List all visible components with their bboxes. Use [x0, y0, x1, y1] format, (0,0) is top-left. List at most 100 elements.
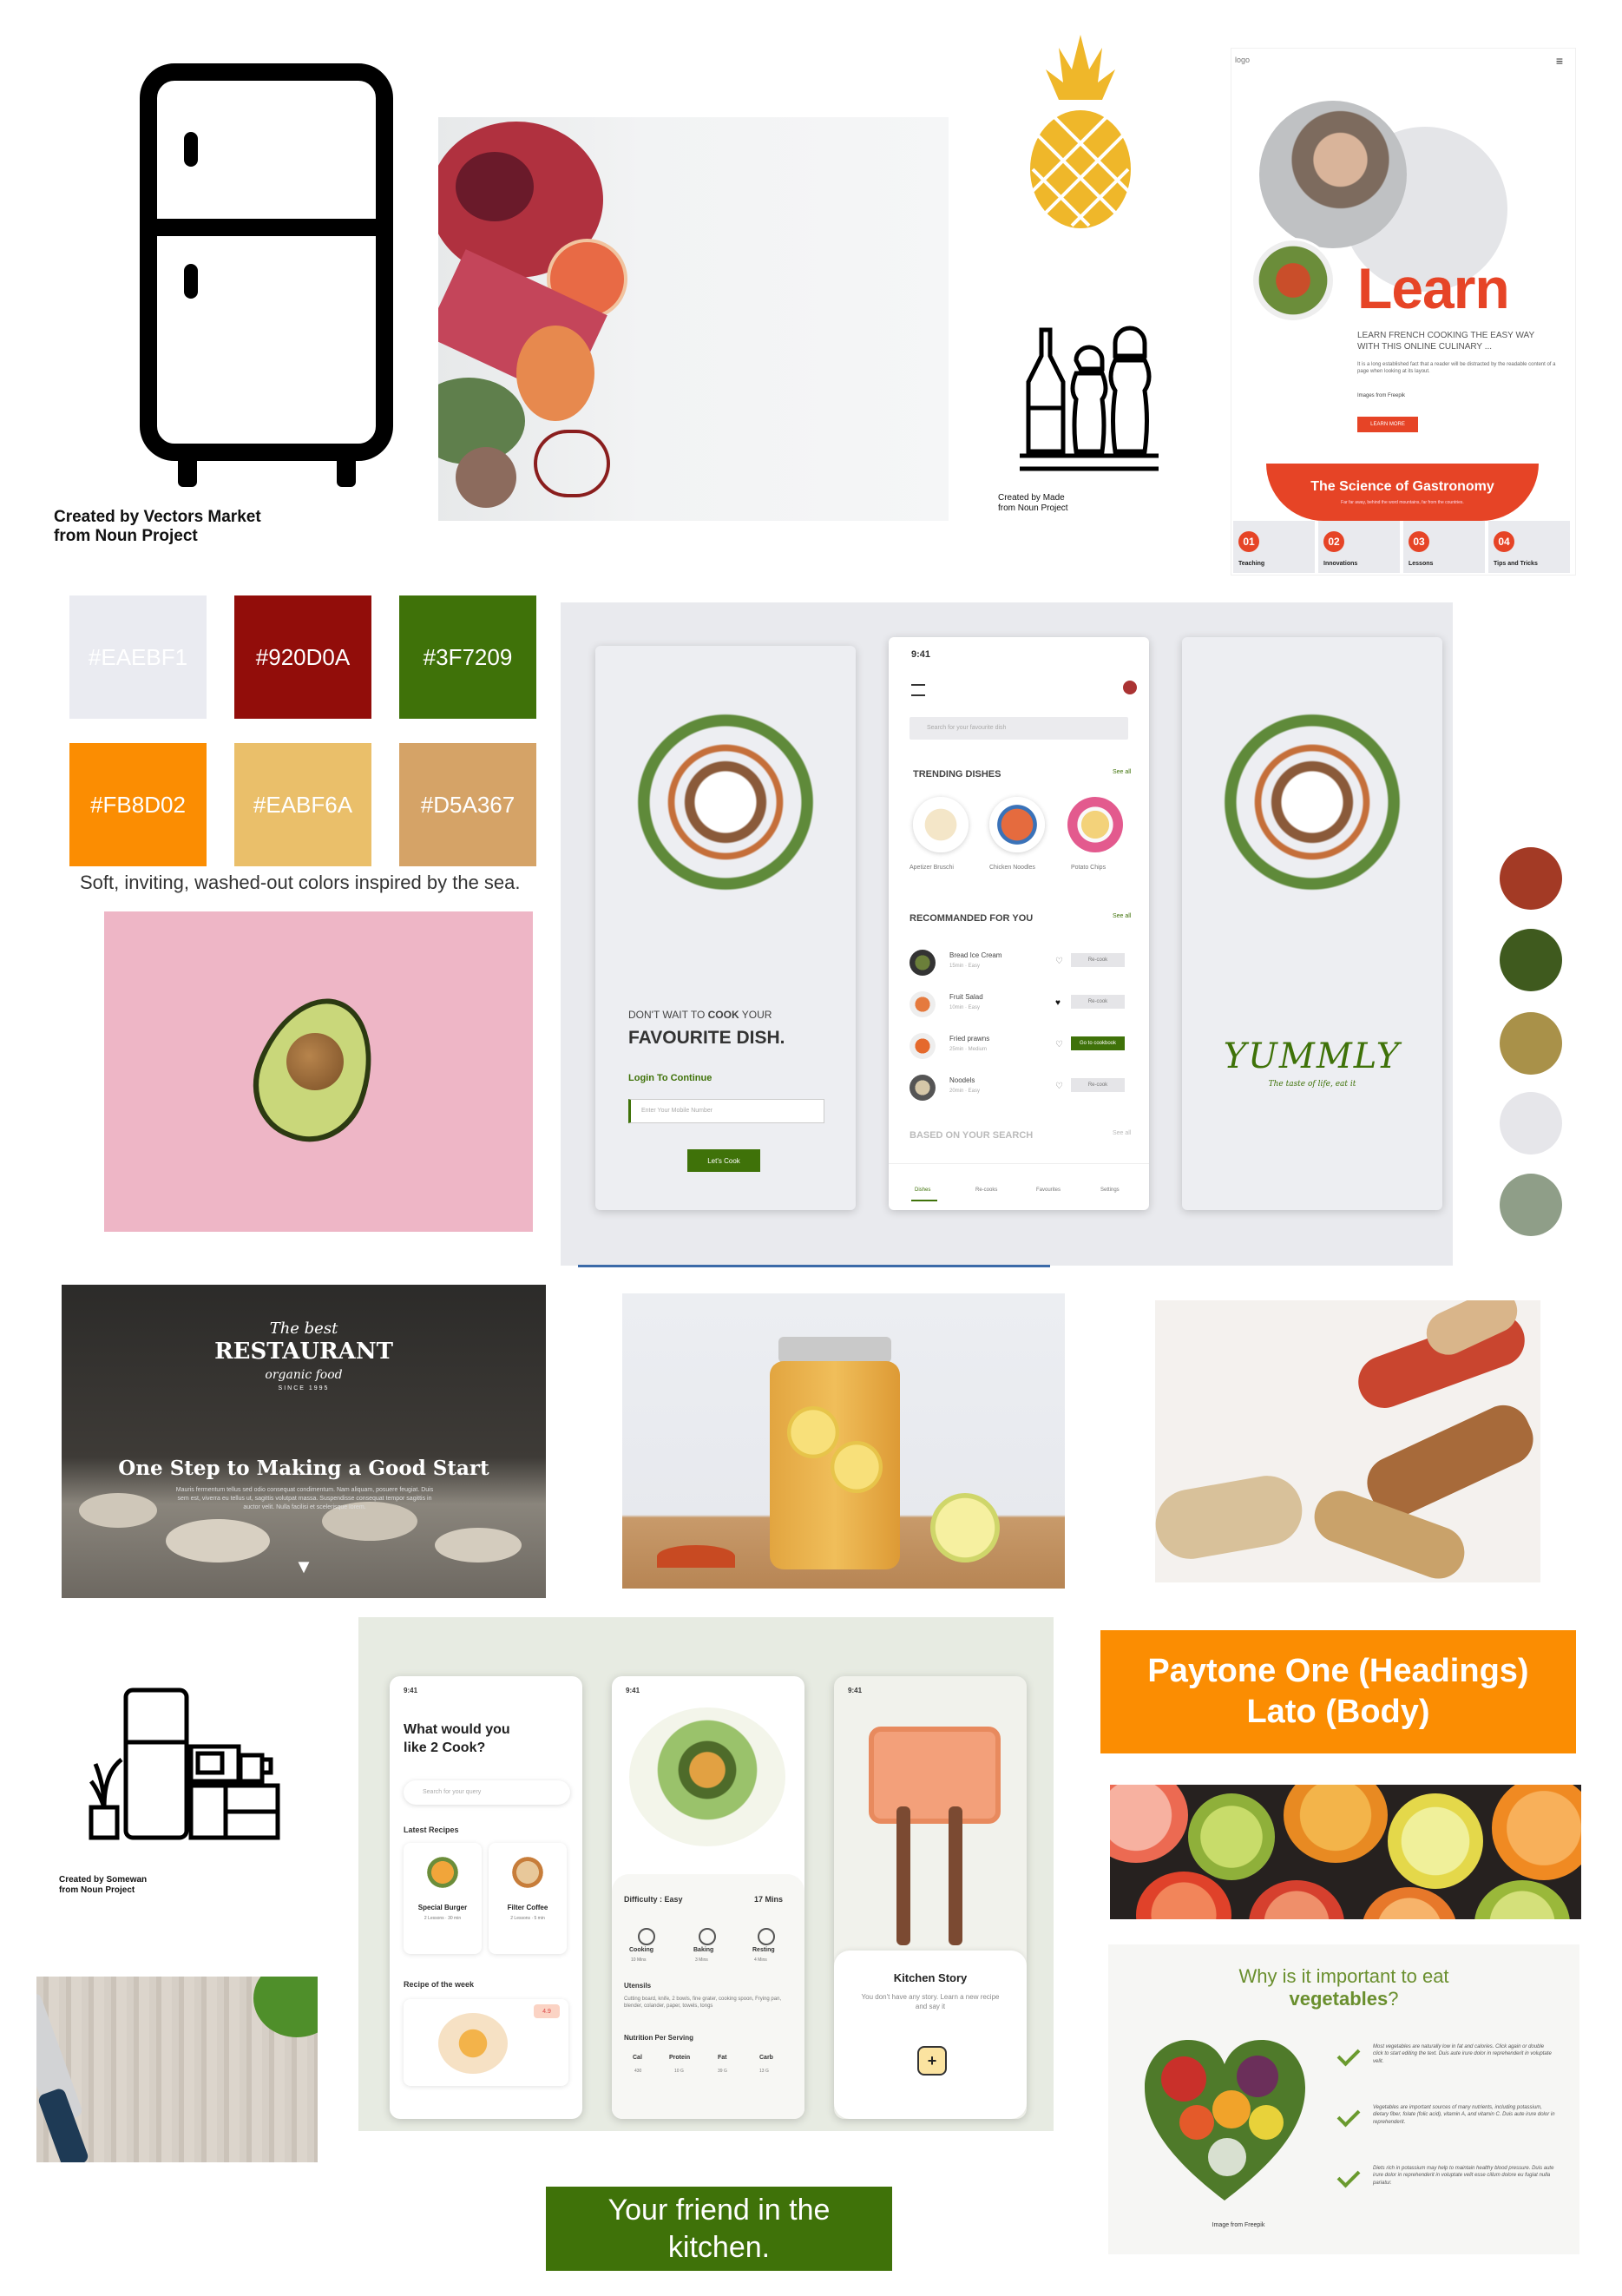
add-story-button[interactable]: + [917, 2046, 947, 2076]
veg-point: Vegetables are important sources of many… [1373, 2105, 1555, 2125]
list-item-name: Fruit Salad [949, 993, 983, 1001]
recommended-see-all[interactable]: See all [1113, 913, 1131, 919]
heading-font-label: Paytone One (Headings) [1147, 1652, 1529, 1689]
cooking-app-mockup: 9:41 What would you like 2 Cook? Search … [358, 1617, 1054, 2131]
list-item-meta: 10min · Easy [949, 1005, 981, 1010]
status-time: 9:41 [626, 1687, 640, 1694]
swatch-eaebf1: #EAEBF1 [69, 595, 207, 719]
fruits-photo [438, 117, 949, 521]
list-item-action[interactable]: Re-cook [1071, 1078, 1125, 1092]
veg-point: Diets rich in potassium may help to main… [1373, 2166, 1554, 2186]
nutri-key: Carb [759, 2055, 773, 2061]
badge-top: The best [269, 1319, 338, 1338]
nav-settings[interactable]: Settings [1100, 1187, 1120, 1193]
list-item-action[interactable]: Re-cook [1071, 995, 1125, 1009]
list-item-name: Noodels [949, 1076, 975, 1084]
nav-recooks[interactable]: Re-cooks [975, 1187, 997, 1193]
heart-icon[interactable]: ♡ [1055, 957, 1063, 966]
check-icon [1336, 2103, 1361, 2128]
nav-favourites[interactable]: Favourites [1036, 1187, 1061, 1193]
learn-more-button[interactable]: LEARN MORE [1357, 417, 1418, 432]
resting-icon [758, 1928, 775, 1945]
fonts-box: Paytone One (Headings) Lato (Body) [1100, 1630, 1576, 1753]
dish-search-input[interactable]: Search for your favourite dish [910, 717, 1128, 740]
color-dot-rust [1500, 847, 1562, 910]
veg-heart-illustration [1145, 2040, 1305, 2201]
menu-icon[interactable]: ≡ [1556, 54, 1563, 68]
heart-filled-icon[interactable]: ♥ [1055, 998, 1061, 1008]
burger-illustration [629, 1707, 785, 1846]
nutri-value: 39 G [718, 2069, 727, 2074]
recipe-card-coffee[interactable]: Filter Coffee 2 Lessons · 5 min [489, 1843, 567, 1954]
utensils-text: Cutting board, knife, 2 bowls, fine grat… [624, 1997, 782, 2010]
kitchen-credit: Created by Somewan from Noun Project [59, 1875, 148, 1895]
lets-cook-button[interactable]: Let's Cook [687, 1149, 760, 1172]
dish-chips[interactable] [1067, 797, 1123, 852]
step-time: 4 Mins [754, 1957, 767, 1963]
learn-subtitle: LEARN FRENCH COOKING THE EASY WAY WITH T… [1357, 331, 1534, 352]
nutrition-heading: Nutrition Per Serving [624, 2034, 694, 2042]
learn-body: It is a long established fact that a rea… [1357, 362, 1556, 375]
list-item-thumb [910, 1075, 936, 1101]
pineapple-icon [1030, 35, 1131, 228]
trending-see-all[interactable]: See all [1113, 769, 1131, 775]
login-label: Login To Continue [628, 1073, 712, 1083]
veg-credit: Image from Freepik [1212, 2222, 1265, 2228]
gastronomy-banner: The Science of Gastronomy Far far away, … [1266, 464, 1539, 521]
learn-credit: Images from Freepik [1357, 393, 1406, 398]
dish-label-1: Apetizer Bruschi [910, 865, 954, 871]
learn-title: Learn [1357, 256, 1510, 320]
nutri-key: Protein [669, 2055, 691, 2061]
yummly-app-mockup: DON'T WAIT TO COOK YOUR FAVOURITE DISH. … [561, 602, 1453, 1266]
total-time: 17 Mins [754, 1895, 784, 1904]
nutri-value: 13 G [759, 2069, 769, 2074]
latest-heading: Latest Recipes [404, 1826, 459, 1834]
based-see-all[interactable]: See all [1113, 1130, 1131, 1136]
site-logo: logo [1235, 56, 1251, 64]
recommended-heading: RECOMMANDED FOR YOU [910, 913, 1034, 924]
list-item-thumb [910, 991, 936, 1017]
lunchbox-illustration [869, 1727, 1001, 1824]
citrus-photo [1110, 1785, 1581, 1919]
recipe-card-burger[interactable]: Special Burger 2 Lessons · 30 min [404, 1843, 482, 1954]
list-item-meta: 20min · Easy [949, 1089, 981, 1094]
banner-title: The Science of Gastronomy [1310, 479, 1494, 494]
check-icon [1336, 2164, 1361, 2188]
list-item-action[interactable]: Re-cook [1071, 953, 1125, 967]
list-item-action[interactable]: Go to cookbook [1071, 1036, 1125, 1050]
swatch-920d0a: #920D0A [234, 595, 371, 719]
swatch-d5a367: #D5A367 [399, 743, 536, 866]
badge-sub: organic food [265, 1368, 343, 1382]
swatch-eabf6a: #EABF6A [234, 743, 371, 866]
recipe-week-card[interactable]: 4.9 [404, 1999, 568, 2086]
profile-avatar[interactable] [1123, 681, 1137, 694]
swatch-3f7209: #3F7209 [399, 595, 536, 719]
favourite-dish-title: FAVOURITE DISH. [628, 1028, 785, 1048]
step-name: Cooking [629, 1947, 653, 1953]
heart-icon[interactable]: ♡ [1055, 1082, 1063, 1091]
mobile-number-input[interactable]: Enter Your Mobile Number [628, 1099, 824, 1123]
login-screen: DON'T WAIT TO COOK YOUR FAVOURITE DISH. … [595, 646, 856, 1210]
cook-question: What would you like 2 Cook? [404, 1722, 510, 1755]
nav-dishes[interactable]: Dishes [915, 1187, 930, 1193]
swatch-fb8d02: #FB8D02 [69, 743, 207, 866]
heart-icon[interactable]: ♡ [1055, 1040, 1063, 1049]
color-dot-olive [1500, 929, 1562, 991]
kitchen-story-screen: 9:41 Kitchen Story You don't have any st… [834, 1676, 1027, 2119]
bottles-credit: Created by Made from Noun Project [998, 493, 1068, 513]
color-dot-sage [1500, 1174, 1562, 1236]
badge-main: RESTAURANT [214, 1339, 393, 1365]
story-text: You don't have any story. Learn a new re… [861, 1993, 1000, 2011]
hamburger-icon[interactable] [911, 684, 925, 696]
nutri-value: 430 [634, 2069, 642, 2074]
scroll-down-icon[interactable]: ▼ [62, 1556, 546, 1578]
color-dot-mist [1500, 1092, 1562, 1155]
dish-bruschetta[interactable] [913, 797, 969, 852]
based-heading: BASED ON YOUR SEARCH [910, 1130, 1034, 1141]
list-item-thumb [910, 1033, 936, 1059]
veg-point: Most vegetables are naturally low in fat… [1373, 2044, 1552, 2064]
body-font-label: Lato (Body) [1246, 1694, 1430, 1730]
check-icon [1336, 2043, 1361, 2067]
dish-noodles[interactable] [989, 797, 1045, 852]
cook-search-input[interactable]: Search for your query [404, 1780, 570, 1805]
